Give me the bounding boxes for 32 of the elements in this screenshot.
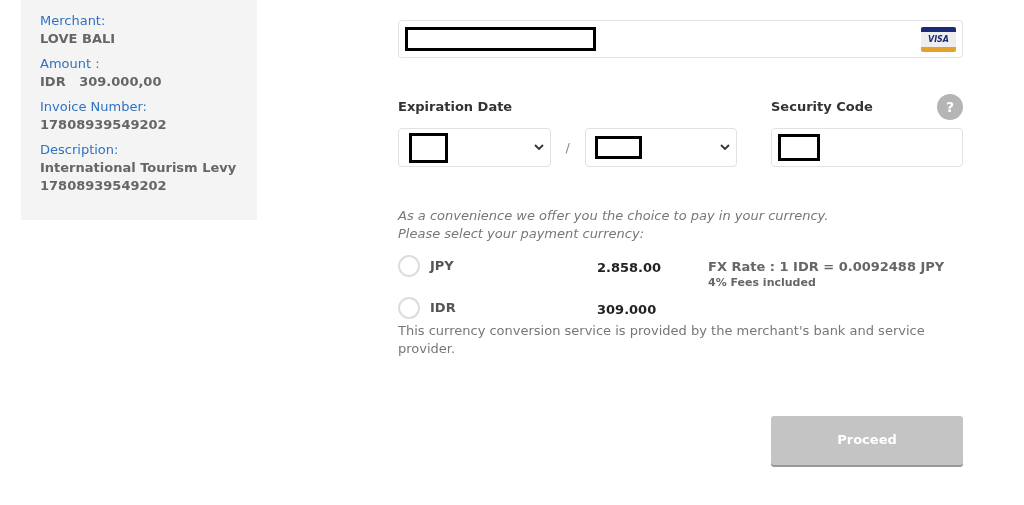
- radio-button[interactable]: [398, 255, 420, 277]
- summary-value: 17808939549202: [40, 116, 168, 134]
- summary-label: Merchant:: [40, 12, 107, 30]
- help-button[interactable]: ?: [937, 94, 963, 120]
- security-code-field[interactable]: [771, 128, 963, 167]
- currency-amount: 2.858.00: [597, 259, 663, 277]
- month-select[interactable]: [398, 128, 551, 167]
- summary-label: Amount :: [40, 55, 101, 73]
- card-number-field[interactable]: VISA: [398, 20, 963, 58]
- summary-value: LOVE BALI: [40, 30, 117, 48]
- currency-notice: As a convenience we offer you the choice to pay in your currency. Please select your payment currency:: [398, 207, 830, 243]
- currency-code: IDR: [430, 299, 457, 317]
- year-select[interactable]: [584, 128, 738, 167]
- summary-value: International Tourism Levy 17808939549202: [40, 159, 238, 195]
- redaction-box: [594, 136, 642, 159]
- chevron-down-icon: [720, 144, 731, 151]
- field-label: Expiration Date: [398, 98, 514, 117]
- chevron-down-icon: [533, 144, 544, 151]
- currency-amount: 309.000: [597, 301, 658, 319]
- date-separator: /: [564, 138, 571, 157]
- summary-value: IDR 309.000,00: [40, 73, 163, 91]
- conversion-disclaimer: This currency conversion service is provided by the merchant's bank and service provider.: [398, 321, 926, 358]
- summary-label: Description:: [40, 141, 120, 159]
- redaction-box: [778, 134, 821, 161]
- card-brand-icon: VISA: [921, 26, 956, 52]
- fx-rate: FX Rate : 1 IDR = 0.0092488 JPY: [708, 258, 945, 275]
- summary-label: Invoice Number:: [40, 98, 148, 116]
- currency-code: JPY: [430, 257, 455, 275]
- radio-button[interactable]: [398, 297, 420, 319]
- redaction-box: [409, 132, 448, 163]
- fees-note: 4% Fees included: [708, 275, 817, 291]
- field-label: Security Code: [771, 98, 873, 117]
